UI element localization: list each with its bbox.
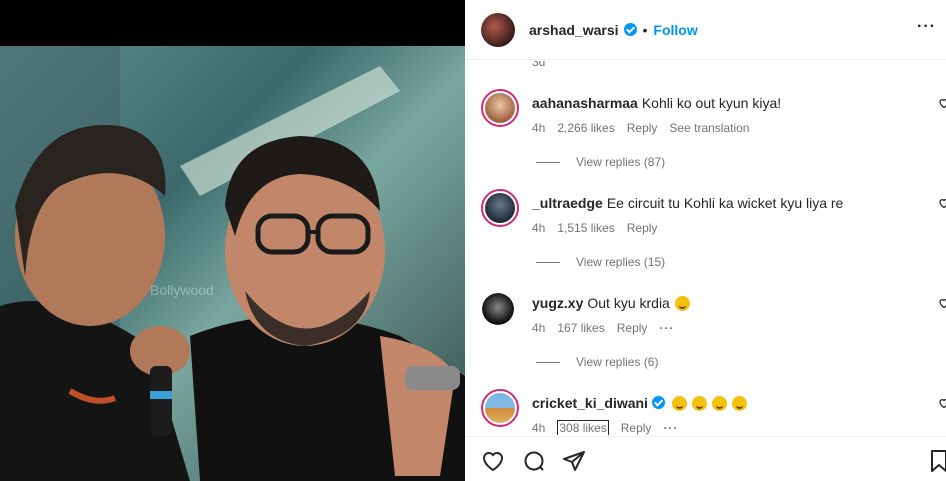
reply-button[interactable]: Reply — [627, 221, 658, 235]
commenter-avatar[interactable] — [481, 389, 519, 427]
author-avatar[interactable] — [481, 12, 515, 47]
comment-likes[interactable]: 2,266 likes — [557, 121, 614, 135]
replies-divider — [536, 262, 560, 264]
emoji-icon — [671, 396, 687, 411]
comment-more-icon[interactable]: ··· — [659, 321, 674, 335]
comment-text-line: yugz.xy Out kyu krdia — [532, 295, 690, 311]
comment-time: 4h — [532, 221, 546, 235]
comment-meta: 4h 167 likes Reply ··· — [532, 321, 686, 335]
comment-body: Out kyu krdia — [587, 295, 670, 311]
comment-meta: 4h 1,515 likes Reply — [532, 221, 669, 235]
replies-divider — [536, 162, 560, 164]
sad-emoji-icon — [674, 296, 690, 311]
comment-text-line: aahanasharmaa Kohli ko out kyun kiya! — [532, 95, 781, 111]
view-replies-label[interactable]: View replies (87) — [576, 155, 665, 169]
comment-icon[interactable] — [522, 449, 546, 473]
comment-text-line: cricket_ki_diwani — [532, 395, 747, 411]
post-header: arshad_warsi • Follow ··· — [465, 0, 946, 60]
commenter-avatar[interactable] — [482, 293, 514, 325]
comment-time: 4h — [532, 421, 546, 435]
separator-dot: • — [642, 21, 648, 38]
comment-body: Kohli ko out kyun kiya! — [641, 95, 782, 111]
comment-time: 4h — [532, 321, 546, 335]
heart-icon[interactable] — [938, 197, 946, 209]
comment-body: Ee circuit tu Kohli ka wicket kyu liya r… — [606, 195, 844, 211]
commenter-avatar[interactable] — [481, 89, 519, 127]
commenter-avatar[interactable] — [481, 189, 519, 227]
heart-icon[interactable] — [938, 97, 946, 109]
reply-button[interactable]: Reply — [627, 121, 658, 135]
commenter-username[interactable]: yugz.xy — [532, 295, 583, 311]
commenter-username[interactable]: cricket_ki_diwani — [532, 395, 648, 411]
comment-meta: 4h 2,266 likes Reply See translation — [532, 121, 761, 135]
view-replies-button[interactable]: View replies (87) — [536, 155, 665, 169]
heart-icon[interactable] — [481, 449, 505, 473]
commenter-username[interactable]: _ultraedge — [532, 195, 603, 211]
bookmark-icon[interactable] — [927, 449, 946, 473]
verified-badge-icon — [623, 23, 637, 36]
replies-divider — [536, 362, 560, 364]
view-replies-button[interactable]: View replies (6) — [536, 355, 658, 369]
view-replies-label[interactable]: View replies (15) — [576, 255, 665, 269]
photo-illustration — [0, 46, 465, 481]
comment-time: 4h — [532, 121, 546, 135]
comment-meta: 4h 308 likes Reply ··· — [532, 420, 690, 435]
more-options-icon[interactable]: ··· — [917, 19, 936, 35]
share-icon[interactable] — [562, 449, 586, 473]
reply-button[interactable]: Reply — [621, 421, 652, 435]
comment-text-line: _ultraedge Ee circuit tu Kohli ka wicket … — [532, 195, 843, 211]
post-media[interactable]: Bollywood — [0, 0, 465, 481]
commenter-username[interactable]: aahanasharmaa — [532, 95, 638, 111]
reply-button[interactable]: Reply — [617, 321, 648, 335]
post-photo: Bollywood — [0, 46, 465, 481]
emoji-icon — [731, 396, 747, 411]
see-translation-button[interactable]: See translation — [669, 121, 749, 135]
comments-list[interactable]: 3d aahanasharmaa Kohli ko out kyun kiya! … — [465, 61, 946, 435]
comment-likes[interactable]: 308 likes — [557, 420, 609, 435]
author-username[interactable]: arshad_warsi — [529, 22, 619, 38]
comment-more-icon[interactable]: ··· — [663, 421, 678, 435]
emoji-icon — [711, 396, 727, 411]
view-replies-button[interactable]: View replies (15) — [536, 255, 665, 269]
caption-timestamp: 3d — [532, 61, 546, 69]
comment-likes[interactable]: 167 likes — [557, 321, 604, 335]
view-replies-label[interactable]: View replies (6) — [576, 355, 658, 369]
heart-icon[interactable] — [938, 397, 946, 409]
emoji-icon — [691, 396, 707, 411]
watermark-text: Bollywood — [150, 282, 214, 298]
post-actions-bar — [465, 436, 946, 481]
comment-likes[interactable]: 1,515 likes — [557, 221, 614, 235]
heart-icon[interactable] — [938, 297, 946, 309]
post-side-panel: arshad_warsi • Follow ··· 3d aahanasharm… — [465, 0, 946, 481]
verified-badge-icon — [651, 396, 665, 409]
follow-button[interactable]: Follow — [653, 22, 697, 38]
